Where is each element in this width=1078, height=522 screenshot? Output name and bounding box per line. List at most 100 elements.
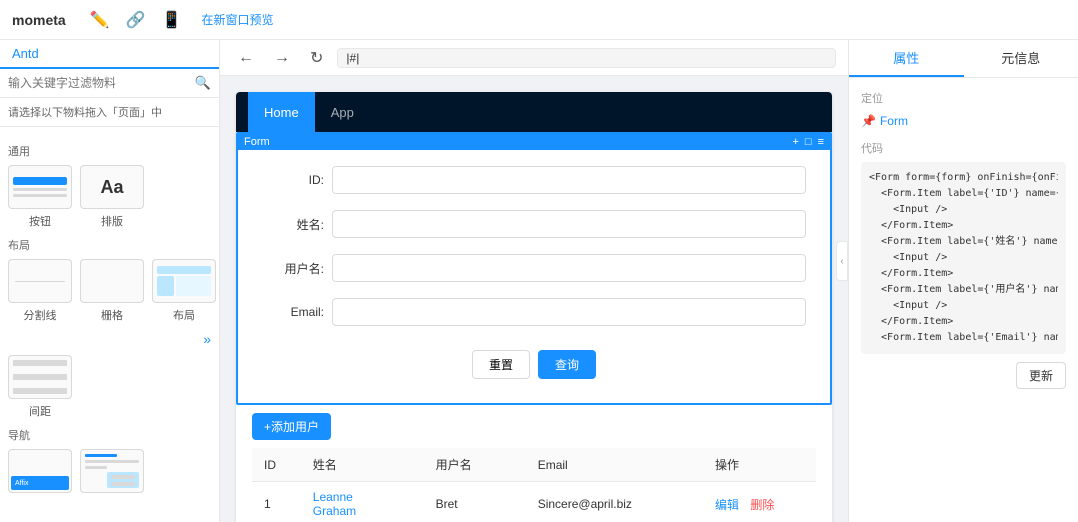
form-duplicate-icon[interactable]: □ [805,136,812,148]
code-line-3: </Form.Item> [869,218,1058,234]
cell-action-1: 编辑 删除 [703,482,816,522]
typography-label: 排版 [101,213,123,229]
sidebar-item-divider[interactable]: 分割线 [8,259,72,323]
canvas-toolbar: ← → ↻ |#| [220,40,848,76]
tab-properties[interactable]: 属性 [849,40,964,77]
nav-items-row: Affix [8,449,211,497]
url-bar[interactable]: |#| [337,48,836,68]
sidebar-item-spacing[interactable]: 间距 [8,355,72,419]
section-title-common: 通用 [8,143,211,159]
sidebar-item-grid[interactable]: 栅格 [80,259,144,323]
form-row-username: 用户名: [262,254,806,282]
code-block: <Form form={form} onFinish={onFinish} la… [861,162,1066,354]
table-area: +添加用户 ID 姓名 用户名 Email 操作 [236,405,832,522]
input-id[interactable] [332,166,806,194]
delete-btn-1[interactable]: 删除 [750,498,774,512]
form-location-link[interactable]: 📌 Form [861,114,1066,128]
form-pin-icon: 📌 [861,114,876,128]
edit-btn-1[interactable]: 编辑 [715,498,739,512]
label-username: 用户名: [262,260,332,277]
code-title: 代码 [861,140,1066,156]
input-username[interactable] [332,254,806,282]
code-line-9: </Form.Item> [869,314,1058,330]
code-line-5: <Input /> [869,250,1058,266]
tab-meta[interactable]: 元信息 [964,40,1078,77]
mobile-icon[interactable]: 📱 [162,10,182,30]
canvas-area: ← → ↻ |#| Home App [220,40,848,522]
name-link-1[interactable]: LeanneGraham [313,490,356,518]
table-header-row: ID 姓名 用户名 Email 操作 [252,448,816,482]
search-button[interactable]: 查询 [538,350,596,379]
label-name: 姓名: [262,216,332,233]
form-actions: 重置 查询 [262,342,806,387]
form-menu-icon[interactable]: ≡ [818,136,824,148]
sidebar-content: 通用 按钮 Aa 排版 [0,127,219,522]
col-name: 姓名 [301,448,424,482]
back-btn[interactable]: ← [232,47,260,69]
sidebar-item-layout[interactable]: 布局 [152,259,216,323]
location-title: 定位 [861,90,1066,106]
right-panel-tabs: 属性 元信息 [849,40,1078,78]
canvas-inner: Home App Form + □ ≡ [220,76,848,522]
input-email[interactable] [332,298,806,326]
preview-link[interactable]: 在新窗口预览 [201,11,273,28]
col-username: 用户名 [424,448,526,482]
form-body: ID: 姓名: 用户名: Email: [238,150,830,403]
col-action: 操作 [703,448,816,482]
form-row-name: 姓名: [262,210,806,238]
form-row-email: Email: [262,298,806,326]
nav-item-app[interactable]: App [315,92,370,132]
code-line-1: <Form.Item label={'ID'} name={'id' [869,186,1058,202]
sidebar-item-affix[interactable]: Affix [8,449,72,497]
form-container: Form + □ ≡ ID: 姓名: [236,132,832,405]
add-user-button[interactable]: +添加用户 [252,413,331,440]
sidebar-tab-antd[interactable]: Antd [0,40,51,69]
form-title-bar: Form + □ ≡ [238,134,830,150]
sidebar-item-button[interactable]: 按钮 [8,165,72,229]
reset-button[interactable]: 重置 [472,350,530,379]
main-layout: Antd 🔍 请选择以下物料拖入「页面」中 通用 [0,40,1078,522]
form-title-actions: + □ ≡ [792,136,824,148]
search-icon[interactable]: 🔍 [195,75,211,91]
spacing-items-row: 间距 [8,355,211,419]
cell-username-1: Bret [424,482,526,522]
col-email: Email [526,448,703,482]
code-line-4: <Form.Item label={'姓名'} name={'n [869,234,1058,250]
cell-name-1: LeanneGraham [301,482,424,522]
code-line-0: <Form form={form} onFinish={onFinish} la… [869,170,1058,186]
code-line-2: <Input /> [869,202,1058,218]
right-panel-content: 定位 📌 Form 代码 <Form form={form} onFinish=… [849,78,1078,522]
input-name[interactable] [332,210,806,238]
update-btn-container: 更新 [861,362,1066,389]
col-id: ID [252,448,301,482]
expand-arrow[interactable]: » [203,331,211,347]
edit-icon[interactable]: ✏️ [90,10,110,30]
sidebar-tabs: Antd [0,40,219,69]
cell-email-1: Sincere@april.biz [526,482,703,522]
section-title-nav: 导航 [8,427,211,443]
update-button[interactable]: 更新 [1016,362,1066,389]
data-table: ID 姓名 用户名 Email 操作 1 LeanneGr [252,448,816,522]
form-link-label[interactable]: Form [880,114,908,128]
logo: mometa [12,12,66,28]
layout-label: 布局 [173,307,195,323]
grid-label: 栅格 [101,307,123,323]
table-row: 1 LeanneGraham Bret Sincere@april.biz 编辑… [252,482,816,522]
code-line-8: <Input /> [869,298,1058,314]
link-icon[interactable]: 🔗 [126,10,146,30]
section-title-layout: 布局 [8,237,211,253]
forward-btn[interactable]: → [268,47,296,69]
sidebar-item-menu[interactable] [80,449,144,497]
topbar: mometa ✏️ 🔗 📱 在新窗口预览 [0,0,1078,40]
form-add-icon[interactable]: + [792,136,798,148]
sidebar-search-bar: 🔍 [0,69,219,98]
layout-items-row: 分割线 栅格 [8,259,211,323]
search-input[interactable] [8,76,191,90]
spacing-label: 间距 [29,403,51,419]
sidebar-item-typography[interactable]: Aa 排版 [80,165,144,229]
refresh-btn[interactable]: ↻ [304,46,329,70]
nav-item-home[interactable]: Home [248,92,315,132]
divider-label: 分割线 [24,307,57,323]
preview-page: Home App Form + □ ≡ [236,92,832,522]
code-line-6: </Form.Item> [869,266,1058,282]
